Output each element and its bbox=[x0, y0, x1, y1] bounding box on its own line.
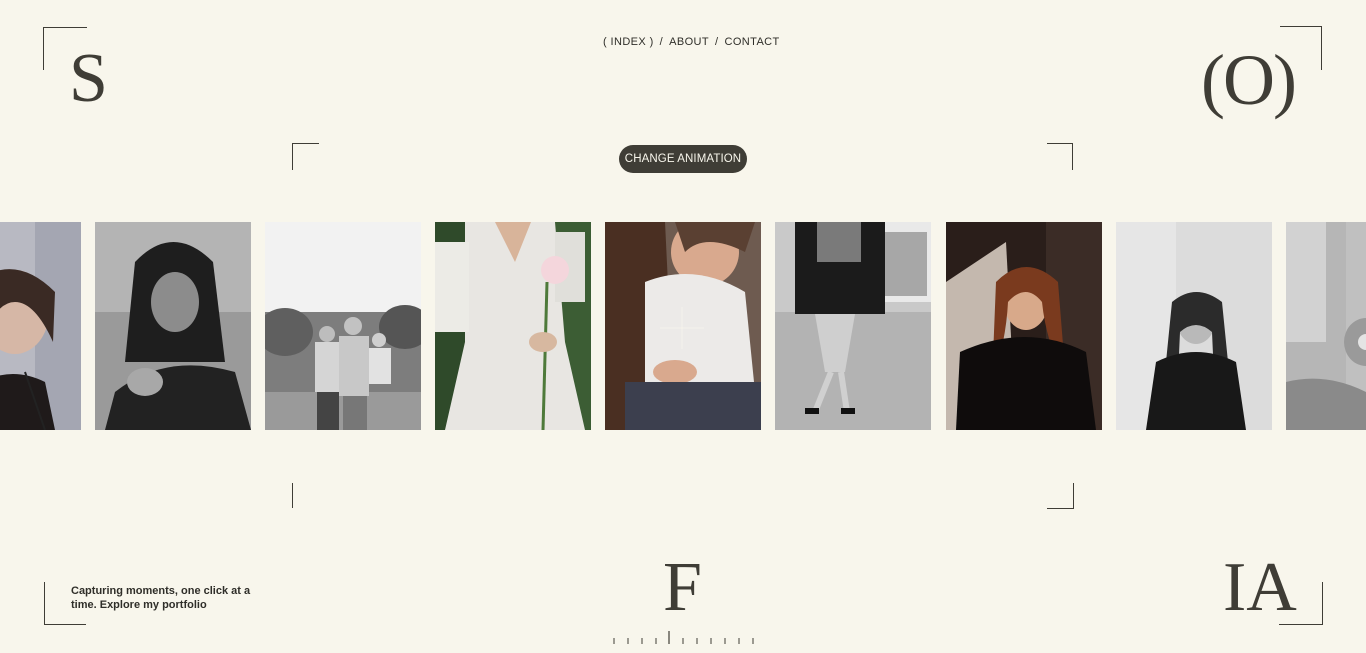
photo-image bbox=[95, 222, 251, 430]
gallery-photo-4[interactable] bbox=[435, 222, 591, 430]
frame-bracket-top-left bbox=[292, 143, 319, 170]
nav-separator: / bbox=[715, 36, 719, 48]
gallery-photo-5[interactable] bbox=[605, 222, 761, 430]
gallery-photo-6[interactable] bbox=[775, 222, 931, 430]
frame-bracket-top-right bbox=[1047, 143, 1073, 170]
change-animation-button[interactable]: CHANGE ANIMATION bbox=[619, 145, 747, 173]
logo-letter-s: S bbox=[69, 40, 108, 117]
photo-gallery-strip bbox=[0, 222, 1366, 431]
main-nav: ( INDEX ) / ABOUT / CONTACT bbox=[603, 35, 780, 49]
gallery-photo-2[interactable] bbox=[95, 222, 251, 430]
photo-image bbox=[0, 222, 81, 430]
photo-image bbox=[605, 222, 761, 430]
logo-letter-o: (O) bbox=[1201, 40, 1297, 120]
scroll-progress-ticks bbox=[613, 631, 754, 644]
logo-letter-f: F bbox=[663, 549, 702, 626]
photo-image bbox=[265, 222, 421, 430]
gallery-photo-9[interactable] bbox=[1286, 222, 1366, 430]
photo-image bbox=[435, 222, 591, 430]
frame-bracket-bottom-right bbox=[1047, 483, 1074, 509]
logo-letters-ia: IA bbox=[1223, 549, 1297, 626]
photo-image bbox=[775, 222, 931, 430]
nav-contact-link[interactable]: CONTACT bbox=[725, 36, 780, 48]
gallery-photo-7[interactable] bbox=[946, 222, 1102, 430]
nav-index-link[interactable]: ( INDEX ) bbox=[603, 36, 654, 48]
gallery-photo-8[interactable] bbox=[1116, 222, 1272, 430]
photo-image bbox=[946, 222, 1102, 430]
photo-image bbox=[1286, 222, 1366, 430]
photo-image bbox=[1116, 222, 1272, 430]
gallery-photo-3[interactable] bbox=[265, 222, 421, 430]
frame-bracket-bottom-left bbox=[292, 483, 319, 508]
tagline-text: Capturing moments, one click at a time. … bbox=[71, 585, 251, 611]
nav-about-link[interactable]: ABOUT bbox=[669, 36, 709, 48]
gallery-photo-1[interactable] bbox=[0, 222, 81, 430]
nav-separator: / bbox=[659, 36, 664, 48]
